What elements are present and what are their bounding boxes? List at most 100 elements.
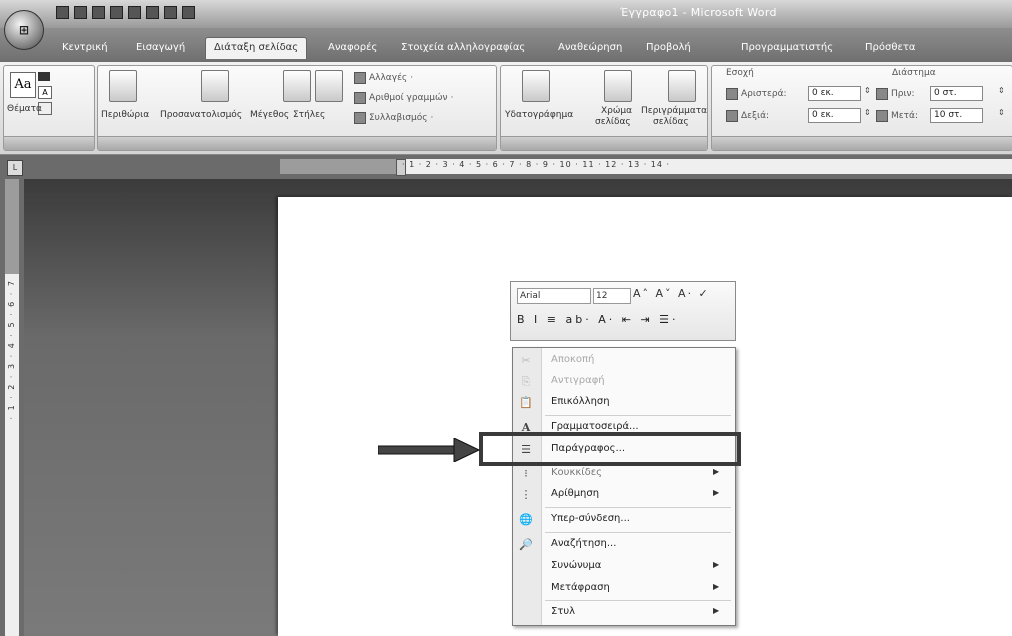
hyphenation-button[interactable]: Συλλαβισμός · xyxy=(354,112,433,124)
vertical-ruler-scale[interactable]: · 1 · 2 · 3 · 4 · 5 · 6 · 7 xyxy=(5,179,19,636)
page-borders-button[interactable] xyxy=(665,70,699,102)
mini-font-select[interactable]: Arial xyxy=(517,288,591,304)
spacing-after-icon xyxy=(876,110,888,122)
menu-item-styles[interactable]: Στυλ ▶ xyxy=(513,603,735,623)
highlight-box xyxy=(479,432,741,466)
tab-review[interactable]: Αναθεώρηση xyxy=(558,42,622,53)
tab-developer[interactable]: Προγραμματιστής xyxy=(741,42,833,53)
menu-item-numbering[interactable]: ⋮ Αρίθμηση ▶ xyxy=(513,485,735,505)
indent-right-icon xyxy=(726,110,738,122)
ruler-left-margin xyxy=(280,159,400,174)
columns-button[interactable] xyxy=(312,70,346,102)
indent-right-input[interactable]: 0 εκ. xyxy=(808,108,861,123)
themes-group: Aa A Θέματα xyxy=(3,65,95,151)
line-numbers-button[interactable]: Αριθμοί γραμμών · xyxy=(354,92,453,104)
tab-add-ins[interactable]: Πρόσθετα xyxy=(865,42,915,53)
mini-format-tools-row1[interactable]: A˄ A˅ A· ✓ xyxy=(633,287,710,300)
menu-item-research[interactable]: 🔎 Αναζήτηση... xyxy=(513,535,735,555)
mini-size-select[interactable]: 12 xyxy=(593,288,631,304)
quick-access-toolbar[interactable] xyxy=(56,6,195,19)
tab-mailings[interactable]: Στοιχεία αλληλογραφίας xyxy=(401,42,525,53)
menu-separator xyxy=(545,415,731,416)
page-color-label-1[interactable]: Χρώμα xyxy=(601,106,632,116)
watermark-button[interactable] xyxy=(519,70,553,102)
page-color-label-2[interactable]: σελίδας xyxy=(595,117,631,127)
redo-icon[interactable] xyxy=(92,6,105,19)
draw-table-icon[interactable] xyxy=(182,6,195,19)
ribbon: Aa A Θέματα Περιθώρια Προσανατολισμός Μέ… xyxy=(0,62,1012,155)
tab-selector-button[interactable]: L xyxy=(7,160,23,176)
spacing-after-label: Μετά: xyxy=(876,110,918,122)
context-menu: ✂ Αποκοπή ⎘ Αντιγραφή 📋 Επικόλληση A Γρα… xyxy=(512,347,736,626)
menu-item-paste[interactable]: 📋 Επικόλληση xyxy=(513,393,735,413)
margins-label[interactable]: Περιθώρια xyxy=(101,110,149,120)
menu-item-cut[interactable]: ✂ Αποκοπή xyxy=(513,351,735,371)
orientation-label[interactable]: Προσανατολισμός xyxy=(160,110,242,120)
theme-fonts-icon[interactable]: A xyxy=(38,86,52,99)
print-preview-icon[interactable] xyxy=(146,6,159,19)
menu-item-translate[interactable]: Μετάφραση ▶ xyxy=(513,579,735,599)
themes-button[interactable]: Θέματα xyxy=(7,104,42,114)
indent-left-spinner[interactable]: ⇕ xyxy=(864,86,871,95)
mini-format-tools-row2[interactable]: B I ≡ ab· A· ⇤ ⇥ ☰· xyxy=(517,313,679,326)
bullets-icon: ⁝ xyxy=(524,467,528,480)
print-icon[interactable] xyxy=(110,6,123,19)
page-borders-label-1[interactable]: Περιγράμματα xyxy=(641,106,707,116)
office-button[interactable]: ⊞ xyxy=(4,10,44,50)
horizontal-ruler: L · 1 · 2 · 3 · 4 · 5 · 6 · 7 · 8 · 9 · … xyxy=(0,155,1012,179)
size-button[interactable] xyxy=(280,70,314,102)
size-label[interactable]: Μέγεθος xyxy=(250,110,289,120)
spacing-after-spinner[interactable]: ⇕ xyxy=(998,108,1005,117)
page-color-button[interactable] xyxy=(601,70,635,102)
spacing-before-input[interactable]: 0 στ. xyxy=(930,86,983,101)
columns-label[interactable]: Στήλες xyxy=(293,110,325,120)
new-document-icon[interactable] xyxy=(128,6,141,19)
watermark-label[interactable]: Υδατογράφημα xyxy=(505,110,573,120)
size-icon xyxy=(283,70,311,102)
mini-toolbar: Arial 12 A˄ A˅ A· ✓ B I ≡ ab· A· ⇤ ⇥ ☰· xyxy=(510,281,736,341)
ribbon-tabs: Κεντρική Εισαγωγή Διάταξη σελίδας Αναφορ… xyxy=(0,28,1012,62)
breaks-icon xyxy=(354,72,366,84)
menu-item-hyperlink[interactable]: 🌐 Υπερ-σύνδεση... xyxy=(513,510,735,530)
spelling-icon[interactable] xyxy=(164,6,177,19)
orientation-button[interactable] xyxy=(198,70,232,102)
spacing-after-input[interactable]: 10 στ. xyxy=(930,108,983,123)
menu-separator xyxy=(545,600,731,601)
tab-insert[interactable]: Εισαγωγή xyxy=(136,42,185,53)
tab-view[interactable]: Προβολή xyxy=(646,42,691,53)
submenu-arrow-icon: ▶ xyxy=(713,582,720,591)
tab-home[interactable]: Κεντρική xyxy=(62,42,108,53)
submenu-arrow-icon: ▶ xyxy=(713,488,720,497)
undo-icon[interactable] xyxy=(74,6,87,19)
indent-right-spinner[interactable]: ⇕ xyxy=(864,108,871,117)
paragraph-group-label xyxy=(712,136,1012,150)
spacing-header: Διάστημα xyxy=(892,68,936,78)
line-numbers-icon xyxy=(354,92,366,104)
margins-button[interactable] xyxy=(106,70,140,102)
title-bar: Έγγραφο1 - Microsoft Word xyxy=(0,0,1012,28)
menu-item-synonyms[interactable]: Συνώνυμα ▶ xyxy=(513,557,735,577)
indent-left-input[interactable]: 0 εκ. xyxy=(808,86,861,101)
theme-colors-icon[interactable] xyxy=(38,72,50,81)
page-borders-label-2[interactable]: σελίδας xyxy=(653,117,689,127)
office-logo-icon: ⊞ xyxy=(18,23,30,37)
breaks-button[interactable]: Αλλαγές · xyxy=(354,72,413,84)
save-icon[interactable] xyxy=(56,6,69,19)
menu-item-bullets[interactable]: ⁝ Κουκκίδες ▶ xyxy=(513,464,735,484)
tab-references[interactable]: Αναφορές xyxy=(328,42,377,53)
themes-group-label xyxy=(4,136,94,150)
ruler-numbers: · 1 · 2 · 3 · 4 · 5 · 6 · 7 · 8 · 9 · 10… xyxy=(402,160,671,169)
pointer-arrow-icon xyxy=(378,438,480,462)
submenu-arrow-icon: ▶ xyxy=(713,606,720,615)
spacing-before-spinner[interactable]: ⇕ xyxy=(998,86,1005,95)
menu-separator xyxy=(545,507,731,508)
paste-icon: 📋 xyxy=(519,396,533,409)
themes-icon[interactable]: Aa xyxy=(10,72,36,98)
menu-item-copy[interactable]: ⎘ Αντιγραφή xyxy=(513,372,735,392)
research-icon: 🔎 xyxy=(519,538,533,551)
indent-left-label: Αριστερά: xyxy=(726,88,787,100)
ruler-scale[interactable]: · 1 · 2 · 3 · 4 · 5 · 6 · 7 · 8 · 9 · 10… xyxy=(280,159,1012,176)
orientation-icon xyxy=(201,70,229,102)
tab-page-layout[interactable]: Διάταξη σελίδας xyxy=(205,37,308,59)
watermark-icon xyxy=(522,70,550,102)
